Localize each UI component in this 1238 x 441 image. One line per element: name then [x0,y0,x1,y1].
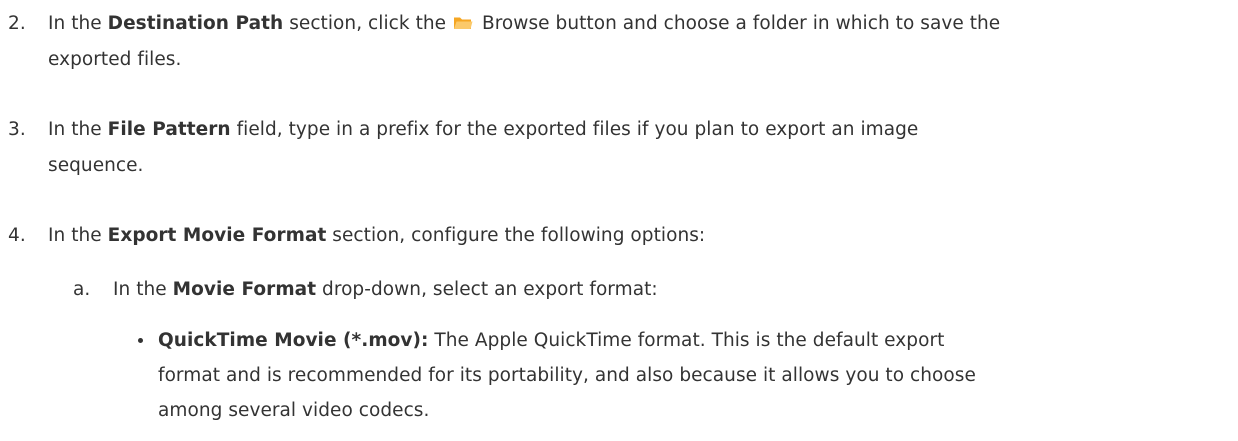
text-run: section, click the [283,13,453,34]
text-run: In the [48,225,108,246]
step-continuation: sequence. [48,155,144,176]
ui-term-export-movie-format: Export Movie Format [107,225,327,246]
bullet-line-3: among several video codecs. [158,400,430,421]
step-number: 2. [8,13,26,34]
bullet-line-1: QuickTime Movie (*.mov): The Apple Quick… [158,323,944,359]
format-option-quicktime: QuickTime Movie (*.mov): The Apple Quick… [138,323,1228,433]
step-number: 3. [8,119,26,140]
step-continuation: exported files. [48,49,182,70]
text-run: Browse button and choose a folder in whi… [476,13,1001,34]
bullet-line-2: format and is recommended for its portab… [158,365,976,386]
step-3: 3. In the File Pattern field, type in a … [8,112,1228,184]
step-4-line-1: 4. In the Export Movie Format section, c… [8,218,1228,254]
substep-label: a. [73,279,91,300]
step-text: In the File Pattern field, type in a pre… [48,112,918,148]
step-text: In the Destination Path section, click t… [48,6,1000,42]
document-page: { "steps": [ { "number": "2.", "pre": "I… [0,0,1238,441]
bullet-marker [138,338,143,343]
text-run: In the [113,279,173,300]
ui-term-file-pattern: File Pattern [107,119,231,140]
step-2-line-2: exported files. [8,42,1228,78]
text-run: In the [48,13,108,34]
step-3-line-1: 3. In the File Pattern field, type in a … [8,112,1228,148]
folder-icon [454,17,473,29]
step-4: 4. In the Export Movie Format section, c… [8,218,1228,254]
ui-term-movie-format: Movie Format [172,279,317,300]
text-run: section, configure the following options… [326,225,706,246]
substep-text: In the Movie Format drop-down, select an… [113,272,658,308]
text-run: field, type in a prefix for the exported… [230,119,919,140]
text-run: In the [48,119,108,140]
substep-a-line: a. In the Movie Format drop-down, select… [73,272,1223,308]
text-run: drop-down, select an export format: [316,279,658,300]
ui-term-destination-path: Destination Path [107,13,284,34]
text-run: The Apple QuickTime format. This is the … [428,330,945,351]
step-3-line-2: sequence. [8,148,1228,184]
format-name: QuickTime Movie (*.mov): [158,330,429,351]
step-text: In the Export Movie Format section, conf… [48,218,705,254]
step-2: 2. In the Destination Path section, clic… [8,6,1228,78]
substep-a: a. In the Movie Format drop-down, select… [73,272,1223,308]
step-2-line-1: 2. In the Destination Path section, clic… [8,6,1228,42]
step-number: 4. [8,225,26,246]
